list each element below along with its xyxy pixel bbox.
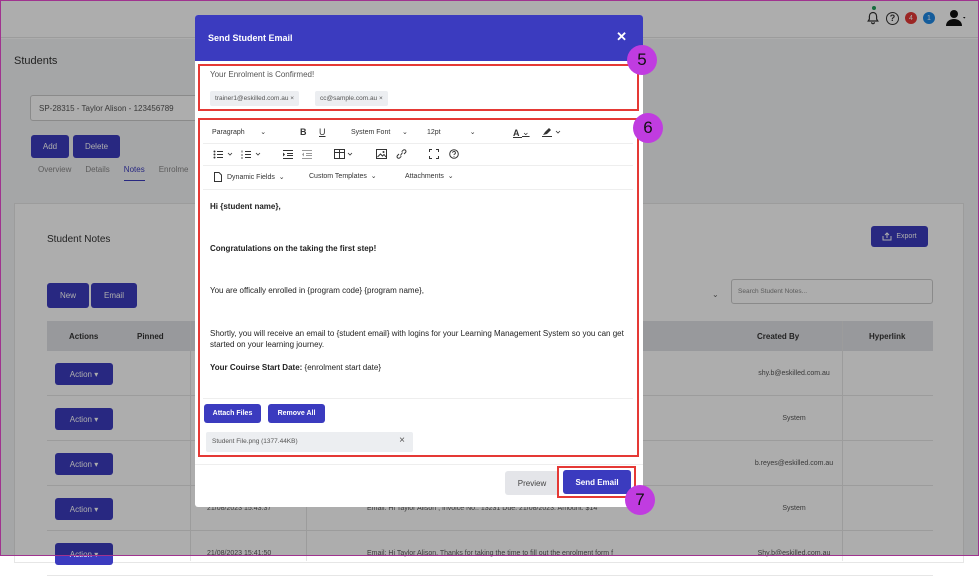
subject-highlight (198, 64, 639, 111)
send-highlight (557, 466, 636, 498)
preview-button[interactable]: Preview (505, 471, 559, 495)
modal-title: Send Student Email (208, 33, 293, 43)
callout-7: 7 (625, 485, 655, 515)
close-icon[interactable]: ✕ (616, 29, 627, 45)
editor-highlight (198, 118, 639, 457)
modal-header: Send Student Email ✕ (195, 15, 643, 61)
callout-5: 5 (627, 45, 657, 75)
callout-6: 6 (633, 113, 663, 143)
